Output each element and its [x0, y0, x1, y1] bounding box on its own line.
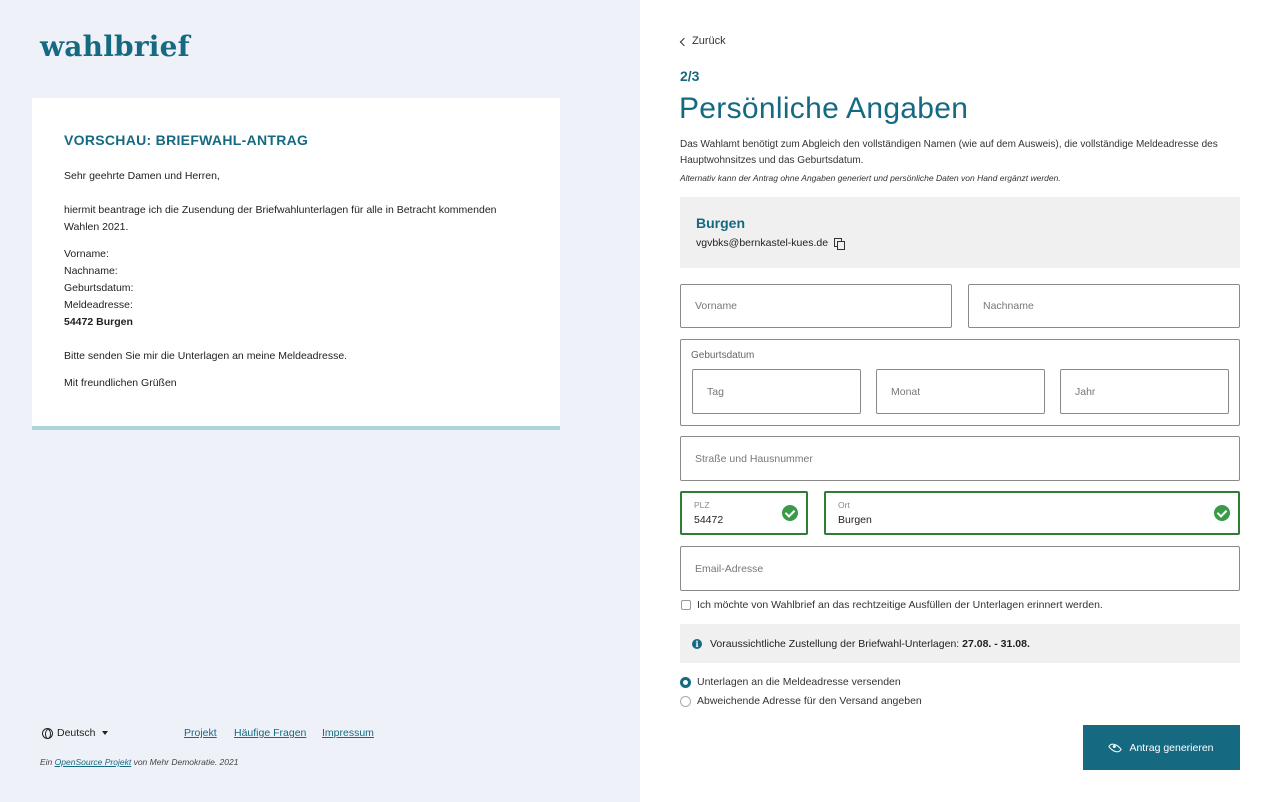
preview-title: VORSCHAU: BRIEFWAHL-ANTRAG [64, 132, 309, 148]
birthdate-label: Geburtsdatum [691, 350, 755, 361]
radio-button[interactable] [680, 695, 691, 707]
generate-application-button[interactable]: Antrag generieren [1083, 725, 1240, 770]
preview-label-vorname: Vorname: [64, 248, 109, 260]
nachname-field[interactable] [968, 284, 1240, 328]
info-icon: i [692, 638, 702, 649]
footer-nav: Deutsch Projekt Häufige Fragen Impressum [42, 727, 602, 741]
delivery-dates: 27.08. - 31.08. [962, 637, 1030, 650]
radio-option-abweichend[interactable]: Abweichende Adresse für den Versand ange… [680, 695, 922, 707]
year-field[interactable] [1060, 369, 1229, 414]
page-title: Persönliche Angaben [679, 92, 969, 125]
footnote: Ein OpenSource Projekt von Mehr Demokrat… [40, 757, 238, 767]
generate-button-label: Antrag generieren [1129, 741, 1214, 754]
email-field[interactable] [680, 546, 1240, 591]
footnote-prefix: Ein [40, 757, 55, 767]
street-input[interactable] [681, 437, 1239, 480]
radio-label-abweichend: Abweichende Adresse für den Versand ange… [697, 695, 922, 707]
preview-body-line2: Wahlen 2021. [64, 221, 129, 233]
form-description: Das Wahlamt benötigt zum Abgleich den vo… [680, 139, 1218, 166]
opensource-link[interactable]: OpenSource Projekt [55, 757, 132, 767]
office-email-row: vgvbks@bernkastel-kues.de [696, 237, 1224, 250]
ort-field[interactable]: Ort Burgen [824, 491, 1240, 535]
preview-label-geburtsdatum: Geburtsdatum: [64, 282, 134, 294]
month-input[interactable] [877, 370, 1044, 413]
plz-label: PLZ [694, 500, 710, 510]
day-input[interactable] [693, 370, 860, 413]
email-input[interactable] [681, 547, 1239, 590]
copy-icon[interactable] [834, 238, 846, 250]
preview-closing: Mit freundlichen Grüßen [64, 377, 177, 389]
globe-icon [42, 727, 53, 739]
form-alternative-note: Alternativ kann der Antrag ohne Angaben … [680, 173, 1061, 183]
reminder-label: Ich möchte von Wahlbrief an das rechtzei… [697, 599, 1103, 611]
preview-request: Bitte senden Sie mir die Unterlagen an m… [64, 350, 348, 362]
preview-label-meldeadresse: Meldeadresse: [64, 299, 133, 311]
delivery-info-text: Voraussichtliche Zustellung der Briefwah… [710, 638, 1030, 650]
chevron-left-icon [679, 37, 689, 46]
radio-button-selected[interactable] [680, 676, 691, 688]
eye-icon [1108, 740, 1123, 755]
preview-label-nachname: Nachname: [64, 265, 118, 277]
preview-address: 54472 Burgen [64, 316, 133, 328]
reminder-checkbox[interactable] [681, 600, 691, 610]
ort-value[interactable]: Burgen [838, 514, 872, 526]
check-circle-icon [782, 505, 798, 521]
preview-card: VORSCHAU: BRIEFWAHL-ANTRAG Sehr geehrte … [32, 98, 560, 430]
vorname-input[interactable] [681, 285, 951, 327]
footer-link-impressum[interactable]: Impressum [322, 727, 374, 739]
office-name: Burgen [696, 215, 745, 231]
vorname-field[interactable] [680, 284, 952, 328]
street-field[interactable] [680, 436, 1240, 481]
preview-body-line1: hiermit beantrage ich die Zusendung der … [64, 204, 497, 216]
election-office-card: Burgen vgvbks@bernkastel-kues.de [680, 197, 1240, 268]
check-circle-icon [1214, 505, 1230, 521]
caret-down-icon [101, 731, 108, 735]
ort-label: Ort [838, 500, 850, 510]
year-input[interactable] [1061, 370, 1228, 413]
preview-greeting: Sehr geehrte Damen und Herren, [64, 170, 220, 182]
footnote-suffix: von Mehr Demokratie. 2021 [131, 757, 239, 767]
plz-value[interactable]: 54472 [694, 514, 723, 526]
language-selector[interactable]: Deutsch [42, 727, 108, 739]
radio-label-meldeadresse: Unterlagen an die Meldeadresse versenden [697, 676, 901, 688]
birthdate-group: Geburtsdatum [680, 339, 1240, 426]
month-field[interactable] [876, 369, 1045, 414]
language-label: Deutsch [57, 727, 96, 739]
nachname-input[interactable] [969, 285, 1239, 327]
logo[interactable]: wahlbrief [40, 30, 190, 63]
footer-link-faq[interactable]: Häufige Fragen [234, 727, 306, 739]
day-field[interactable] [692, 369, 861, 414]
footer-link-projekt[interactable]: Projekt [184, 727, 217, 739]
plz-field[interactable]: PLZ 54472 [680, 491, 808, 535]
delivery-info-label: Voraussichtliche Zustellung der Briefwah… [710, 637, 963, 650]
step-indicator: 2/3 [680, 68, 700, 84]
back-label: Zurück [692, 35, 726, 47]
back-link[interactable]: Zurück [679, 35, 726, 47]
delivery-info-box: i Voraussichtliche Zustellung der Briefw… [680, 624, 1240, 663]
reminder-option[interactable]: Ich möchte von Wahlbrief an das rechtzei… [681, 599, 1103, 611]
office-email: vgvbks@bernkastel-kues.de [696, 237, 829, 249]
radio-option-meldeadresse[interactable]: Unterlagen an die Meldeadresse versenden [680, 676, 901, 688]
left-pane: wahlbrief VORSCHAU: BRIEFWAHL-ANTRAG Seh… [0, 0, 640, 802]
